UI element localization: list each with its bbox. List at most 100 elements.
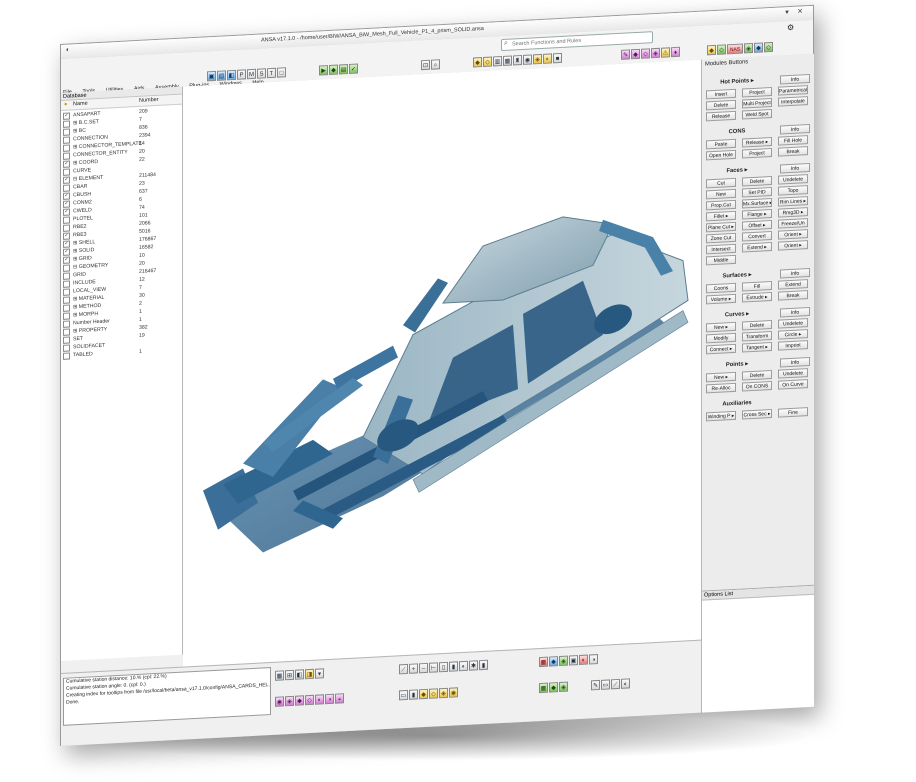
btm-icon[interactable]: ◈ bbox=[559, 655, 568, 667]
nas-icon-4[interactable]: ◈ bbox=[744, 42, 753, 54]
message-console[interactable]: Cumulative station distance: 10.% (cpl: … bbox=[63, 667, 271, 726]
nas-icon-6[interactable]: ◇ bbox=[764, 41, 773, 53]
plus-icon[interactable]: + bbox=[409, 663, 418, 674]
btm-icon[interactable]: ◐ bbox=[459, 660, 468, 672]
module-button[interactable]: Fill bbox=[742, 280, 772, 292]
info-button[interactable]: Info bbox=[780, 268, 810, 279]
module-button[interactable]: Interpolate bbox=[778, 96, 808, 107]
module-button[interactable]: Undelete bbox=[778, 368, 808, 379]
green-icon-1[interactable]: ▶ bbox=[319, 65, 328, 76]
module-button[interactable]: Transform bbox=[742, 330, 772, 342]
module-button[interactable]: Fillet ▸ bbox=[706, 210, 736, 222]
btm-icon[interactable]: ◑ bbox=[589, 654, 598, 665]
btm-icon[interactable]: ⊢ bbox=[429, 662, 438, 673]
m-view-icon[interactable]: M bbox=[247, 68, 256, 80]
minus-icon[interactable]: – bbox=[419, 662, 428, 674]
module-button[interactable]: Delete bbox=[706, 99, 736, 111]
chevron-down-icon[interactable]: ▾ bbox=[315, 668, 324, 679]
btm-icon[interactable]: ▦ bbox=[275, 670, 284, 681]
btm-icon[interactable]: ▮ bbox=[479, 659, 488, 671]
tool-icon-4[interactable]: ▦ bbox=[503, 55, 512, 66]
gear-icon[interactable]: ⚙ bbox=[787, 24, 794, 31]
btm-icon[interactable]: ◇ bbox=[429, 688, 438, 699]
btm-icon[interactable]: ◉ bbox=[449, 687, 458, 698]
info-button[interactable]: Info bbox=[780, 307, 810, 318]
tool-icon-6[interactable]: ◉ bbox=[523, 54, 532, 65]
column-number[interactable]: Number bbox=[139, 97, 159, 104]
module-button[interactable]: Project bbox=[742, 86, 772, 98]
btm-icon[interactable]: ◈ bbox=[559, 681, 568, 693]
module-button[interactable]: Re-Alloc bbox=[706, 382, 736, 394]
module-button[interactable]: Orient ▸ bbox=[778, 240, 808, 251]
close-icon[interactable]: ✕ bbox=[796, 8, 804, 16]
line-icon[interactable]: ⟋ bbox=[399, 663, 408, 675]
module-button[interactable]: Undelete bbox=[778, 174, 808, 185]
tool-icon-2[interactable]: ◇ bbox=[483, 56, 492, 68]
btm-icon[interactable]: ▣ bbox=[569, 655, 578, 666]
module-button[interactable]: Orient ▸ bbox=[778, 229, 808, 240]
module-button[interactable]: New ▸ bbox=[706, 321, 736, 333]
deck-icon-6[interactable]: ♦ bbox=[671, 46, 680, 58]
p-view-icon[interactable]: P bbox=[237, 69, 246, 80]
module-button[interactable]: Fill Hole bbox=[778, 135, 808, 146]
nas-icon-2[interactable]: ◇ bbox=[717, 44, 726, 55]
module-button[interactable]: Delete bbox=[742, 319, 772, 331]
module-button[interactable]: Tangent ▸ bbox=[742, 341, 772, 353]
view-icon-1[interactable]: ▣ bbox=[207, 70, 216, 82]
btm-icon[interactable]: ✱ bbox=[469, 660, 478, 671]
warning-icon[interactable]: ⚠ bbox=[661, 47, 670, 58]
btm-icon[interactable]: ◉ bbox=[275, 696, 284, 707]
btm-icon[interactable]: ◒ bbox=[335, 693, 344, 704]
btm-icon[interactable]: ◈ bbox=[439, 687, 448, 699]
graphics-viewport[interactable] bbox=[183, 59, 701, 667]
module-button[interactable]: Paste bbox=[706, 138, 736, 150]
minimize-icon[interactable]: ▾ bbox=[783, 9, 791, 17]
module-button[interactable]: Convert bbox=[742, 230, 772, 242]
info-button[interactable]: Info bbox=[780, 357, 810, 368]
module-button[interactable]: Zone Cut bbox=[706, 232, 736, 244]
view-icon-2[interactable]: ▤ bbox=[217, 70, 226, 81]
tool-icon-5[interactable]: ♜ bbox=[513, 54, 522, 66]
btm-icon[interactable]: ◈ bbox=[285, 695, 294, 707]
nastran-deck-icon[interactable]: NAS bbox=[727, 43, 743, 55]
btm-icon[interactable]: ▮ bbox=[449, 661, 458, 672]
btm-icon[interactable]: ⊞ bbox=[285, 669, 294, 681]
check-icon[interactable]: ✓ bbox=[349, 63, 358, 74]
module-button[interactable]: On Curve bbox=[778, 379, 808, 390]
btm-icon[interactable]: ◆ bbox=[419, 688, 428, 700]
module-button[interactable]: Release bbox=[706, 110, 736, 122]
module-button[interactable]: Set PID bbox=[742, 186, 772, 198]
btm-icon[interactable]: ◆ bbox=[549, 682, 558, 693]
module-button[interactable]: Intersect bbox=[706, 243, 736, 255]
module-button[interactable]: Modify bbox=[706, 332, 736, 344]
module-button[interactable]: Weld Spot bbox=[742, 108, 772, 120]
module-button[interactable]: Flange ▸ bbox=[742, 208, 772, 220]
info-button[interactable]: Info bbox=[780, 163, 810, 174]
deck-icon-2[interactable]: ◆ bbox=[631, 48, 640, 60]
btm-icon[interactable]: ◆ bbox=[295, 695, 304, 706]
module-button[interactable]: Project bbox=[742, 147, 772, 159]
module-button[interactable]: Topo bbox=[778, 185, 808, 196]
module-button[interactable]: Middle bbox=[706, 254, 736, 266]
module-button[interactable]: Rmg3D ▸ bbox=[778, 207, 808, 218]
module-button[interactable]: Multi Project bbox=[742, 97, 772, 109]
module-button[interactable]: Offset ▸ bbox=[742, 219, 772, 231]
view-icon-3[interactable]: ◧ bbox=[227, 69, 236, 81]
green-icon-2[interactable]: ◆ bbox=[329, 64, 338, 76]
module-button[interactable]: Connect ▸ bbox=[706, 343, 736, 355]
module-button[interactable]: Rim Lines ▸ bbox=[778, 196, 808, 207]
btm-icon[interactable]: ▦ bbox=[539, 682, 548, 694]
t-view-icon[interactable]: T bbox=[267, 67, 276, 79]
btm-icon[interactable]: ▮ bbox=[409, 689, 418, 700]
module-button[interactable]: Open Hole bbox=[706, 149, 736, 161]
module-button[interactable]: Break bbox=[778, 146, 808, 157]
module-button[interactable]: Mx.Surface ▸ bbox=[742, 197, 772, 209]
module-button[interactable]: Insert bbox=[706, 88, 736, 100]
module-button[interactable]: Cross Sec ▸ bbox=[742, 408, 772, 420]
column-name[interactable]: Name bbox=[73, 101, 88, 108]
btm-icon[interactable]: ⟋ bbox=[611, 678, 620, 690]
btm-icon[interactable]: ▭ bbox=[399, 689, 408, 701]
btm-icon[interactable]: ◐ bbox=[315, 694, 324, 705]
btm-icon[interactable]: ▭ bbox=[601, 679, 610, 690]
module-button[interactable]: Extrude ▸ bbox=[742, 291, 772, 303]
